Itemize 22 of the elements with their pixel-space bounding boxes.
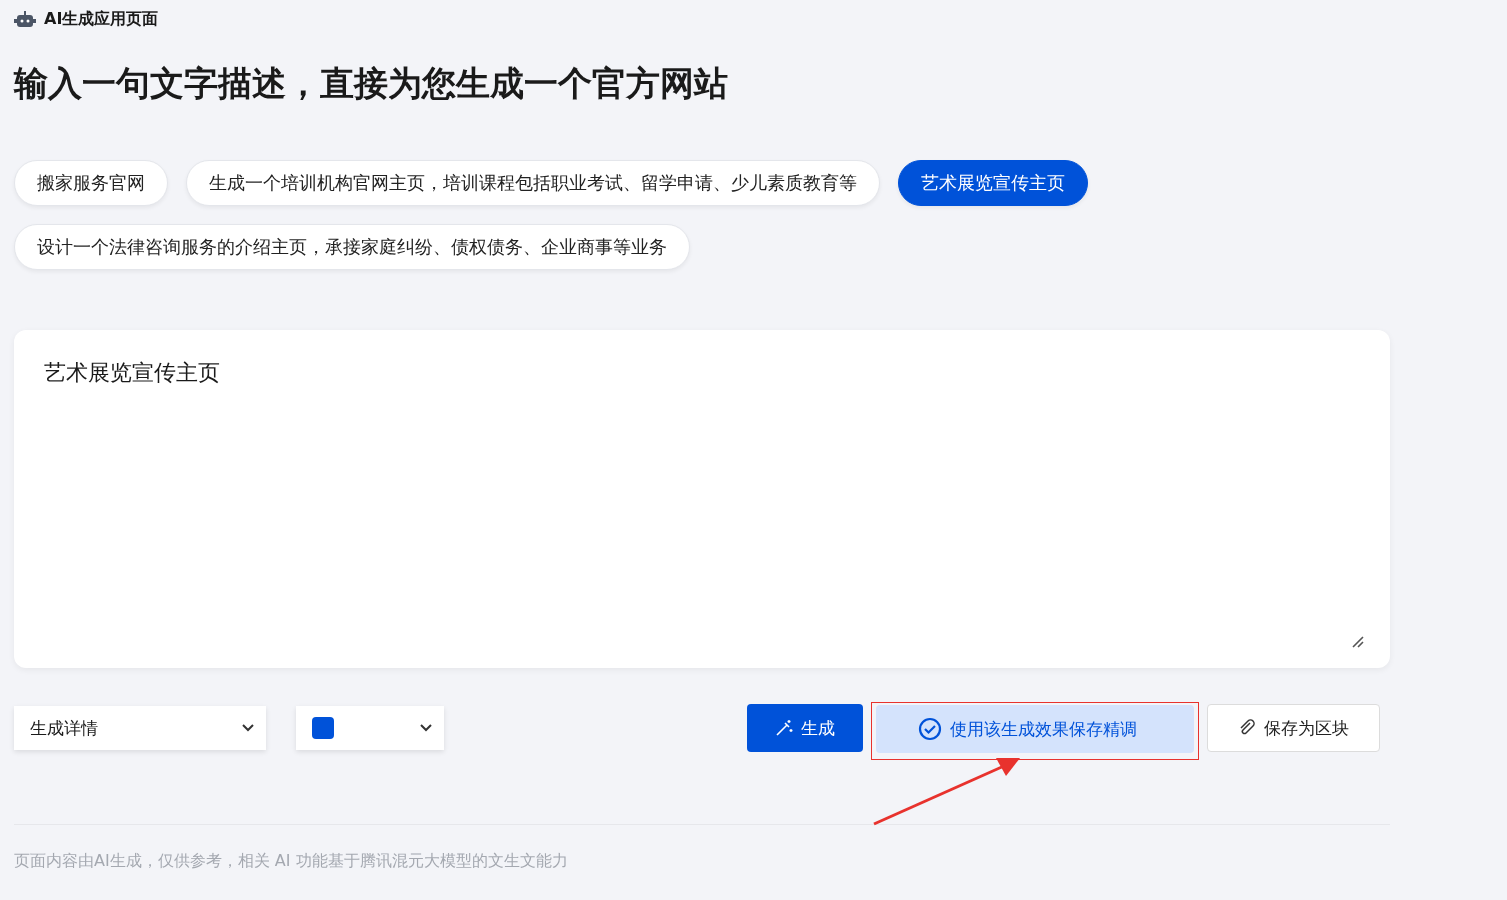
suggestion-chip[interactable]: 生成一个培训机构官网主页，培训课程包括职业考试、留学申请、少儿素质教育等 bbox=[186, 160, 880, 206]
disclaimer-text: 页面内容由AI生成，仅供参考，相关 AI 功能基于腾讯混元大模型的文生文能力 bbox=[14, 851, 569, 872]
save-tuning-button[interactable]: 使用该生成效果保存精调 bbox=[876, 705, 1194, 753]
robot-icon bbox=[14, 10, 36, 28]
color-select[interactable] bbox=[296, 706, 444, 750]
chevron-down-icon bbox=[242, 724, 254, 732]
main-heading: 输入一句文字描述，直接为您生成一个官方网站 bbox=[14, 62, 729, 105]
prompt-field[interactable]: 艺术展览宣传主页 bbox=[14, 330, 1390, 668]
check-circle-icon bbox=[918, 717, 942, 741]
resize-handle-icon[interactable] bbox=[1352, 636, 1364, 648]
suggestion-chip[interactable]: 搬家服务官网 bbox=[14, 160, 168, 206]
suggestion-chip[interactable]: 艺术展览宣传主页 bbox=[898, 160, 1088, 206]
paperclip-icon bbox=[1238, 719, 1256, 737]
suggestion-chip[interactable]: 设计一个法律咨询服务的介绍主页，承接家庭纠纷、债权债务、企业商事等业务 bbox=[14, 224, 690, 270]
chevron-down-icon bbox=[420, 724, 432, 732]
save-block-button[interactable]: 保存为区块 bbox=[1207, 704, 1380, 752]
magic-wand-icon bbox=[775, 719, 793, 737]
generate-button[interactable]: 生成 bbox=[747, 704, 863, 752]
prompt-text: 艺术展览宣传主页 bbox=[44, 360, 220, 385]
select-value: 生成详情 bbox=[30, 716, 98, 740]
page-title: AI生成应用页面 bbox=[44, 8, 159, 30]
detail-select[interactable]: 生成详情 bbox=[14, 706, 266, 750]
